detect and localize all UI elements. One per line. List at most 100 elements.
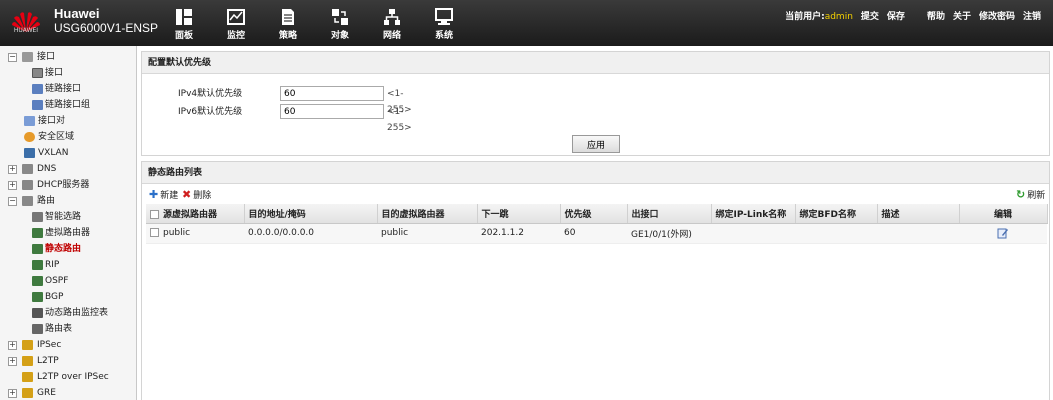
- add-icon: ✚: [149, 187, 159, 201]
- vxlan-icon: [24, 148, 35, 158]
- dns-icon: [22, 164, 33, 174]
- nav-label: 面板: [174, 31, 193, 41]
- save-link[interactable]: 保存: [887, 9, 905, 22]
- ipv6-priority-input[interactable]: [280, 104, 384, 119]
- expand-toggle[interactable]: +: [8, 341, 17, 350]
- expand-toggle[interactable]: +: [8, 181, 17, 190]
- tree-label: 接口: [37, 52, 56, 62]
- nav-object[interactable]: 对象: [314, 8, 366, 41]
- tree-group-dns[interactable]: + DNS: [0, 161, 136, 177]
- tree-label: 静态路由: [45, 244, 82, 254]
- tree-group-routing[interactable]: − 路由: [0, 193, 136, 209]
- tree-item-virtual-router[interactable]: 虚拟路由器: [0, 225, 136, 241]
- logout-link[interactable]: 注销: [1023, 9, 1041, 22]
- tree-item-interface-pair[interactable]: 接口对: [0, 113, 136, 129]
- nav-label: 策略: [278, 31, 297, 41]
- tree-item-link-interface[interactable]: 链路接口: [0, 81, 136, 97]
- tree-item-link-interface-group[interactable]: 链路接口组: [0, 97, 136, 113]
- port-icon: [32, 68, 43, 78]
- new-button[interactable]: ✚ 新建: [149, 187, 179, 202]
- tree-item-ospf[interactable]: OSPF: [0, 273, 136, 289]
- new-label: 新建: [160, 191, 179, 201]
- gre-icon: [22, 388, 33, 398]
- tree-group-ipsec[interactable]: + IPSec: [0, 337, 136, 353]
- submit-link[interactable]: 提交: [861, 9, 879, 22]
- nav-system[interactable]: 系统: [418, 8, 470, 41]
- edit-icon[interactable]: [997, 227, 1009, 239]
- col-next-hop[interactable]: 下一跳: [477, 204, 561, 224]
- refresh-button[interactable]: ↻ 刷新: [1016, 187, 1045, 202]
- sidebar-tree: − 接口 接口 链路接口 链路接口组 接口对 安全区域 VXLAN + DNS …: [0, 46, 137, 400]
- l2tp-icon: [22, 356, 33, 366]
- collapse-toggle[interactable]: −: [8, 53, 17, 62]
- row-checkbox[interactable]: [150, 228, 159, 237]
- delete-button[interactable]: ✖ 删除: [182, 188, 212, 202]
- tree-label: 链路接口: [45, 84, 82, 94]
- nav-label: 网络: [382, 31, 401, 41]
- monitor-table-icon: [32, 308, 43, 318]
- tree-item-smart-routing[interactable]: 智能选路: [0, 209, 136, 225]
- table-row[interactable]: public 0.0.0.0/0.0.0.0 public 202.1.1.2 …: [146, 223, 1047, 244]
- tree-item-static-route[interactable]: 静态路由: [0, 241, 136, 257]
- nav-label: 监控: [226, 31, 245, 41]
- col-bfd[interactable]: 绑定BFD名称: [795, 204, 878, 224]
- expand-toggle[interactable]: +: [8, 357, 17, 366]
- help-link[interactable]: 帮助: [927, 9, 945, 22]
- ipv4-priority-input[interactable]: [280, 86, 384, 101]
- ospf-icon: [32, 276, 43, 286]
- brand: Huawei USG6000V1-ENSP: [54, 6, 159, 36]
- tree-group-gre[interactable]: + GRE: [0, 385, 136, 400]
- brand-name: Huawei: [54, 6, 100, 21]
- tree-label: 虚拟路由器: [45, 228, 91, 238]
- col-destination[interactable]: 目的地址/掩码: [244, 204, 378, 224]
- tree-label: DNS: [37, 164, 57, 174]
- tree-label: RIP: [45, 260, 60, 270]
- nav-policy[interactable]: 策略: [262, 8, 314, 41]
- delete-label: 删除: [193, 191, 212, 201]
- tree-item-routing-table[interactable]: 路由表: [0, 321, 136, 337]
- virtual-router-icon: [32, 228, 43, 238]
- tree-item-bgp[interactable]: BGP: [0, 289, 136, 305]
- tree-item-interface[interactable]: 接口: [0, 65, 136, 81]
- cell-priority: 60: [560, 223, 627, 244]
- static-route-list-panel: 静态路由列表 ✚ 新建 ✖ 删除 ↻ 刷新 源虚拟路由器 目的地址/掩码 目的虚…: [141, 161, 1050, 400]
- link-icon: [32, 84, 43, 94]
- default-priority-panel: 配置默认优先级 IPv4默认优先级 <1-255> IPv6默认优先级 <1-2…: [141, 51, 1050, 156]
- expand-toggle[interactable]: +: [8, 165, 17, 174]
- tree-label: 安全区域: [38, 132, 75, 142]
- col-priority[interactable]: 优先级: [560, 204, 628, 224]
- tree-group-l2tp[interactable]: + L2TP: [0, 353, 136, 369]
- col-ip-link[interactable]: 绑定IP-Link名称: [711, 204, 796, 224]
- tree-label: OSPF: [45, 276, 69, 286]
- change-password-link[interactable]: 修改密码: [979, 9, 1015, 22]
- col-out-interface[interactable]: 出接口: [627, 204, 712, 224]
- collapse-toggle[interactable]: −: [8, 197, 17, 206]
- tree-group-interface[interactable]: − 接口: [0, 49, 136, 65]
- routing-icon: [22, 196, 33, 206]
- col-source-vr[interactable]: 源虚拟路由器: [146, 204, 245, 224]
- nav-network[interactable]: 网络: [366, 8, 418, 41]
- tree-item-security-zone[interactable]: 安全区域: [0, 129, 136, 145]
- tree-group-dhcp[interactable]: + DHCP服务器: [0, 177, 136, 193]
- select-all-checkbox[interactable]: [150, 209, 159, 219]
- col-description[interactable]: 描述: [877, 204, 960, 224]
- l2tp-ipsec-icon: [22, 372, 33, 382]
- tree-item-l2tp-over-ipsec[interactable]: L2TP over IPSec: [0, 369, 136, 385]
- device-model: USG6000V1-ENSP: [54, 21, 159, 35]
- nav-monitor[interactable]: 监控: [210, 8, 262, 41]
- tree-label: IPSec: [37, 340, 62, 350]
- tree-label: 动态路由监控表: [45, 308, 109, 318]
- col-dest-vr[interactable]: 目的虚拟路由器: [377, 204, 478, 224]
- routing-table-icon: [32, 324, 43, 334]
- tree-item-vxlan[interactable]: VXLAN: [0, 145, 136, 161]
- tree-item-dynamic-route-monitor[interactable]: 动态路由监控表: [0, 305, 136, 321]
- ipv6-priority-range: <1-255>: [387, 107, 412, 133]
- nav-dashboard[interactable]: 面板: [158, 8, 210, 41]
- about-link[interactable]: 关于: [953, 9, 971, 22]
- tree-item-rip[interactable]: RIP: [0, 257, 136, 273]
- static-route-table: 源虚拟路由器 目的地址/掩码 目的虚拟路由器 下一跳 优先级 出接口 绑定IP-…: [146, 204, 1048, 244]
- expand-toggle[interactable]: +: [8, 389, 17, 398]
- apply-button[interactable]: 应用: [572, 135, 620, 153]
- cell-edit: [959, 223, 1047, 244]
- refresh-icon: ↻: [1016, 187, 1026, 201]
